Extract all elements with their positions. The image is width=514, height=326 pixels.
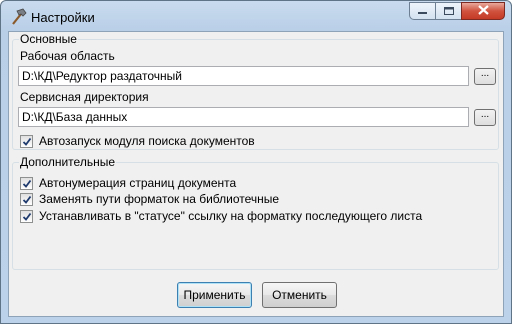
autostart-label: Автозапуск модуля поиска документов [39,134,255,148]
checkmark-icon [22,212,32,221]
autonumbering-option[interactable]: Автонумерация страниц документа [20,176,236,190]
basic-group: Основные Рабочая область ... Сервисная д… [12,32,499,150]
status-link-checkbox[interactable] [20,209,33,223]
close-icon [477,4,489,18]
hammer-icon [9,8,27,26]
workspace-label: Рабочая область [20,49,115,63]
service-dir-browse-button[interactable]: ... [474,109,496,126]
service-dir-label: Сервисная директория [20,90,149,104]
replace-paths-label: Заменять пути форматок на библиотечные [39,192,280,206]
apply-button[interactable]: Применить [177,282,252,308]
window-title: Настройки [31,10,95,25]
checkmark-icon [22,195,32,204]
basic-group-legend: Основные [19,32,78,46]
maximize-button[interactable] [435,2,461,20]
minimize-button[interactable] [409,2,435,20]
dialog-body: Основные Рабочая область ... Сервисная д… [8,31,504,317]
close-button[interactable] [461,2,505,20]
workspace-field[interactable] [18,66,469,86]
minimize-icon [418,4,427,18]
checkmark-icon [22,137,32,146]
settings-window: Настройки Основные Рабочая область ... С… [0,0,512,324]
checkmark-icon [22,179,32,188]
autostart-option[interactable]: Автозапуск модуля поиска документов [20,134,255,148]
workspace-browse-button[interactable]: ... [474,68,496,85]
title-bar[interactable]: Настройки [1,1,511,31]
extra-group-legend: Дополнительные [19,155,116,169]
replace-paths-checkbox[interactable] [20,192,33,206]
status-link-label: Устанавливать в "статусе" ссылку на форм… [39,209,423,223]
service-dir-field[interactable] [18,107,469,127]
autostart-checkbox[interactable] [20,134,33,148]
autonumbering-label: Автонумерация страниц документа [39,176,237,190]
cancel-button[interactable]: Отменить [262,282,337,308]
extra-group: Дополнительные Автонумерация страниц док… [12,155,499,270]
status-link-option[interactable]: Устанавливать в "статусе" ссылку на форм… [20,209,422,223]
maximize-icon [443,4,454,18]
replace-paths-option[interactable]: Заменять пути форматок на библиотечные [20,192,279,206]
autonumbering-checkbox[interactable] [20,176,33,190]
caption-buttons [409,2,505,20]
